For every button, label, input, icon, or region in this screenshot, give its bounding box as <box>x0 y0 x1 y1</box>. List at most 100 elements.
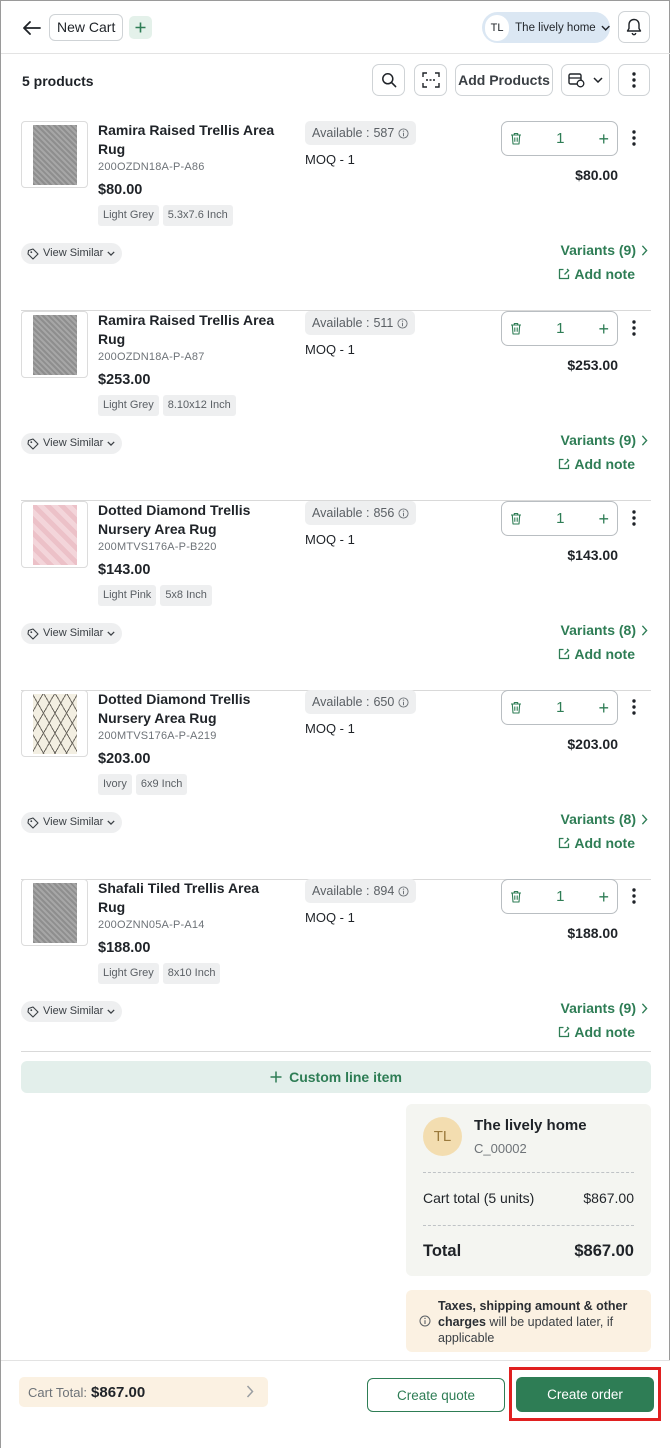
product-name[interactable]: Dotted Diamond Trellis Nursery Area Rug <box>98 501 278 539</box>
quantity-value[interactable]: 1 <box>556 699 564 716</box>
increment-button[interactable]: + <box>598 320 609 338</box>
add-products-button[interactable]: Add Products <box>455 64 553 96</box>
product-image[interactable] <box>21 311 88 378</box>
view-similar-button[interactable]: View Similar <box>21 243 123 264</box>
quantity-value[interactable]: 1 <box>556 510 564 527</box>
quantity-stepper: 1 + <box>501 879 618 914</box>
view-similar-button[interactable]: View Similar <box>21 623 123 644</box>
product-image[interactable] <box>21 501 88 568</box>
tag-icon <box>27 247 39 260</box>
product-row: Ramira Raised Trellis Area Rug 200OZDN18… <box>1 121 670 311</box>
kebab-menu-icon[interactable] <box>625 127 643 149</box>
search-button[interactable] <box>372 64 405 96</box>
variants-link[interactable]: Variants (8) <box>561 811 648 827</box>
note-icon <box>558 648 570 660</box>
line-total: $143.00 <box>567 547 618 563</box>
kebab-menu-icon[interactable] <box>625 885 643 907</box>
add-note-button[interactable]: Add note <box>558 646 635 662</box>
info-icon[interactable] <box>398 885 409 897</box>
back-arrow-icon[interactable] <box>19 15 45 41</box>
quantity-value[interactable]: 1 <box>556 130 564 147</box>
chevron-down-icon <box>107 820 115 825</box>
product-price: $253.00 <box>98 372 151 388</box>
variants-label: Variants (9) <box>560 1000 636 1016</box>
search-icon <box>381 73 396 88</box>
quantity-stepper: 1 + <box>501 501 618 536</box>
plus-icon <box>270 1071 282 1083</box>
product-image[interactable] <box>21 879 88 946</box>
product-sku: 200MTVS176A-P-A219 <box>98 730 217 742</box>
quantity-value[interactable]: 1 <box>556 888 564 905</box>
add-note-button[interactable]: Add note <box>558 266 635 282</box>
view-similar-button[interactable]: View Similar <box>21 812 123 833</box>
product-image[interactable] <box>21 690 88 757</box>
kebab-menu-icon[interactable] <box>625 696 643 718</box>
view-similar-button[interactable]: View Similar <box>21 1001 123 1022</box>
product-sku: 200OZNN05A-P-A14 <box>98 919 205 931</box>
add-note-button[interactable]: Add note <box>558 835 635 851</box>
increment-button[interactable]: + <box>598 510 609 528</box>
kebab-menu-icon[interactable] <box>625 317 643 339</box>
cart-total-bar[interactable]: Cart Total: $867.00 <box>19 1377 268 1407</box>
tax-note-text: Taxes, shipping amount & other charges w… <box>438 1298 643 1346</box>
chevron-down-icon <box>593 77 603 83</box>
view-similar-button[interactable]: View Similar <box>21 433 123 454</box>
trash-icon[interactable] <box>510 512 522 525</box>
quantity-value[interactable]: 1 <box>556 320 564 337</box>
moq-text: MOQ - 1 <box>305 721 355 736</box>
customer-selector[interactable]: TL The lively home <box>482 12 610 43</box>
increment-button[interactable]: + <box>598 888 609 906</box>
availability-qty: 650 <box>373 695 395 709</box>
trash-icon[interactable] <box>510 322 522 335</box>
product-image[interactable] <box>21 121 88 188</box>
variants-link[interactable]: Variants (9) <box>561 242 648 258</box>
rug-image <box>32 882 77 943</box>
add-cart-button[interactable] <box>129 16 152 39</box>
row-divider <box>21 1051 651 1052</box>
kebab-menu-icon <box>632 72 636 88</box>
add-note-button[interactable]: Add note <box>558 1024 635 1040</box>
cart-name[interactable]: New Cart <box>49 14 124 41</box>
variants-label: Variants (8) <box>560 811 636 827</box>
product-name[interactable]: Ramira Raised Trellis Area Rug <box>98 121 278 159</box>
info-icon[interactable] <box>397 317 408 329</box>
increment-button[interactable]: + <box>598 130 609 148</box>
note-icon <box>558 458 570 470</box>
kebab-menu-icon[interactable] <box>625 507 643 529</box>
variants-link[interactable]: Variants (9) <box>561 1000 648 1016</box>
product-tags: Ivory 6x9 Inch <box>98 774 188 795</box>
custom-line-item-button[interactable]: Custom line item <box>21 1061 651 1093</box>
custom-line-item-label: Custom line item <box>289 1069 402 1085</box>
variants-link[interactable]: Variants (9) <box>561 432 648 448</box>
variants-link[interactable]: Variants (8) <box>561 622 648 638</box>
view-toggle-button[interactable] <box>561 64 610 96</box>
info-icon[interactable] <box>398 127 409 139</box>
trash-icon[interactable] <box>510 701 522 714</box>
availability-qty: 856 <box>373 506 395 520</box>
availability-label: Available : <box>312 695 370 709</box>
add-note-button[interactable]: Add note <box>558 456 635 472</box>
variant-tag: Light Grey <box>98 963 159 984</box>
product-price: $188.00 <box>98 940 151 956</box>
product-row: Ramira Raised Trellis Area Rug 200OZDN18… <box>1 311 670 501</box>
trash-icon[interactable] <box>510 890 522 903</box>
product-price: $203.00 <box>98 751 151 767</box>
variant-tag: Light Pink <box>98 585 157 606</box>
line-total: $80.00 <box>575 167 618 183</box>
create-order-button[interactable]: Create order <box>516 1377 654 1412</box>
availability-badge: Available : 511 <box>305 311 416 335</box>
trash-icon[interactable] <box>510 132 522 145</box>
view-similar-label: View Similar <box>43 437 104 449</box>
notifications-button[interactable] <box>618 11 650 43</box>
increment-button[interactable]: + <box>598 699 609 717</box>
scan-button[interactable] <box>414 64 447 96</box>
more-options-button[interactable] <box>618 64 650 96</box>
product-name[interactable]: Ramira Raised Trellis Area Rug <box>98 311 278 349</box>
product-name[interactable]: Shafali Tiled Trellis Area Rug <box>98 879 278 917</box>
view-similar-label: View Similar <box>43 627 104 639</box>
info-icon[interactable] <box>398 696 409 708</box>
info-icon[interactable] <box>398 507 409 519</box>
create-quote-button[interactable]: Create quote <box>367 1378 505 1412</box>
product-name[interactable]: Dotted Diamond Trellis Nursery Area Rug <box>98 690 278 728</box>
availability-badge: Available : 587 <box>305 121 417 145</box>
